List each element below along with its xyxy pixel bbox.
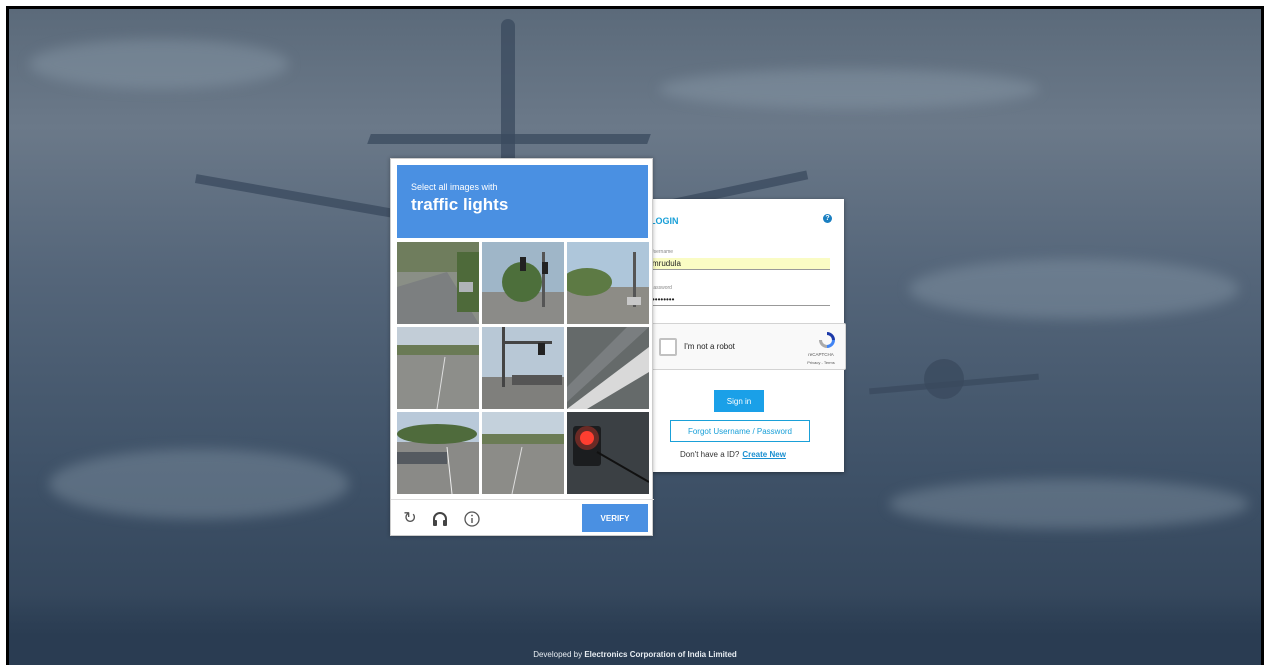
airplane-silhouette (501, 19, 515, 169)
image-tile[interactable] (482, 412, 564, 494)
cloud-decoration (909, 259, 1239, 319)
username-label: Username (650, 249, 674, 255)
footer-company: Electronics Corporation of India Limited (584, 650, 737, 659)
image-tile[interactable] (482, 242, 564, 324)
airplane-silhouette (194, 174, 424, 223)
challenge-header: Select all images with traffic lights (397, 165, 648, 238)
recaptcha-widget: I'm not a robot reCAPTCHA Privacy - Term… (650, 323, 846, 370)
audio-headphones-icon[interactable] (431, 510, 449, 528)
image-grid (397, 242, 649, 494)
question-circle-icon[interactable]: ? (823, 214, 832, 223)
challenge-footer: ↻ VERIFY (391, 499, 654, 537)
image-tile[interactable] (567, 242, 649, 324)
airplane-silhouette (367, 134, 651, 144)
footer-prefix: Developed by (533, 650, 583, 659)
recaptcha-brand: reCAPTCHA (808, 352, 834, 357)
verify-button[interactable]: VERIFY (582, 504, 648, 532)
cloud-decoration (49, 449, 349, 519)
captcha-challenge-dialog: Select all images with traffic lights ↻ … (390, 158, 654, 537)
password-label: Password (650, 285, 672, 291)
image-tile[interactable] (567, 412, 649, 494)
image-tile[interactable] (397, 242, 479, 324)
recaptcha-label: I'm not a robot (684, 342, 735, 351)
create-account-prompt: Don't have a ID? Create New (680, 450, 786, 459)
info-icon[interactable] (463, 510, 481, 528)
challenge-target: traffic lights (411, 195, 509, 214)
recaptcha-privacy-terms[interactable]: Privacy - Terms (803, 360, 839, 365)
airplane-silhouette (924, 359, 964, 399)
cloud-decoration (889, 479, 1249, 529)
image-tile[interactable] (482, 327, 564, 409)
username-field[interactable] (650, 258, 830, 270)
sign-in-button[interactable]: Sign in (714, 390, 764, 412)
challenge-instruction: Select all images with (411, 182, 498, 192)
password-field[interactable] (650, 294, 830, 306)
cloud-decoration (659, 69, 1039, 109)
footer: Developed by Electronics Corporation of … (9, 650, 1261, 659)
image-tile[interactable] (567, 327, 649, 409)
reload-icon[interactable]: ↻ (401, 510, 419, 528)
image-tile[interactable] (397, 327, 479, 409)
no-id-text: Don't have a ID? (680, 450, 740, 459)
recaptcha-checkbox[interactable] (659, 338, 677, 356)
create-new-link[interactable]: Create New (742, 450, 786, 459)
login-panel: LOGIN ? Username Password I'm not a robo… (630, 199, 846, 472)
recaptcha-logo-icon (819, 332, 835, 348)
forgot-credentials-button[interactable]: Forgot Username / Password (670, 420, 810, 442)
login-title: LOGIN (650, 216, 679, 226)
cloud-decoration (29, 39, 289, 89)
image-tile[interactable] (397, 412, 479, 494)
